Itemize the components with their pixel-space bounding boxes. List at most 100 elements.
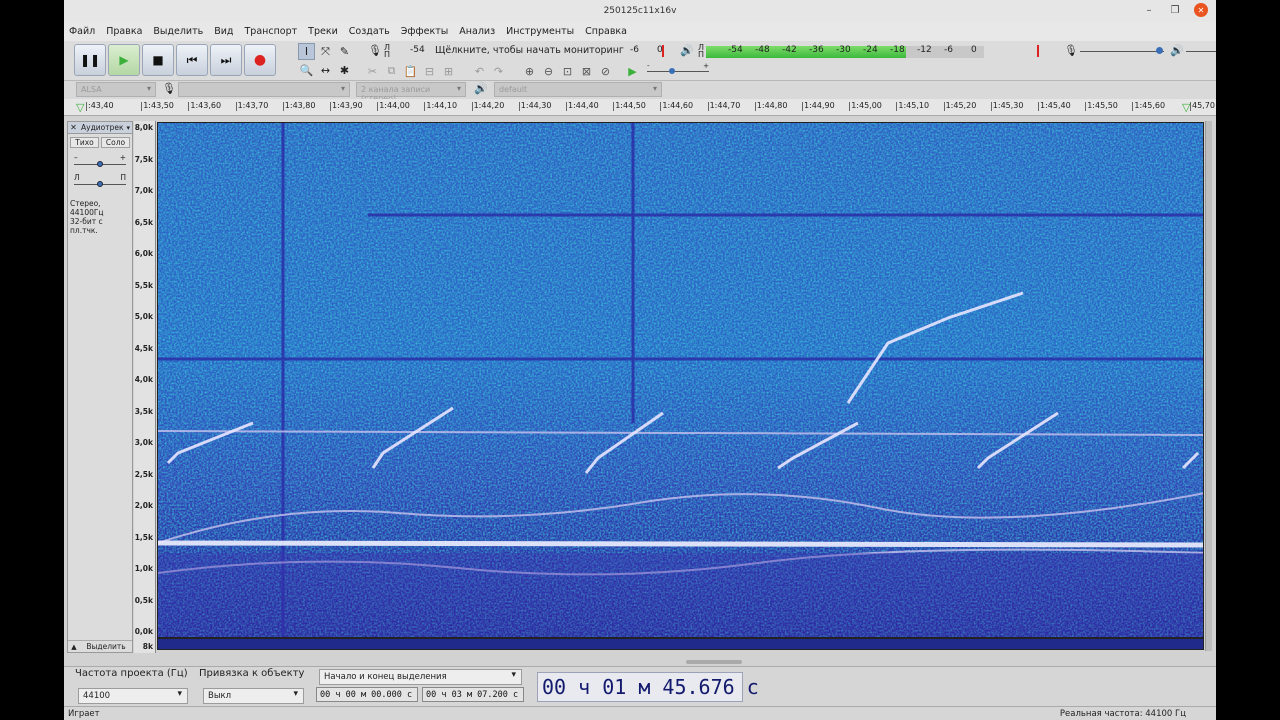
stop-button[interactable]: ■ [142, 44, 174, 76]
fit-selection-icon[interactable]: ⊡ [559, 63, 576, 80]
input-device-select[interactable]: ▾ [178, 82, 350, 97]
play-volume-slider[interactable] [1186, 51, 1216, 52]
frequency-tick-label: 6,0k [134, 249, 153, 258]
frequency-tick-label: 1,0k [134, 564, 153, 573]
ruler-tick-label: 1:45,00 [849, 101, 882, 111]
record-meter-hint[interactable]: Щёлкните, чтобы начать мониторинг [435, 45, 624, 56]
pan-knob[interactable] [97, 181, 103, 187]
ruler-tick-label: 1:44,20 [471, 101, 505, 111]
menu-generate[interactable]: Создать [349, 26, 390, 37]
gain-plus-label: + [119, 153, 126, 162]
select-track-button[interactable]: Выделить [80, 642, 132, 651]
zoom-out-icon[interactable]: ⊖ [540, 63, 557, 80]
output-device-select[interactable]: default ▾ [494, 82, 662, 97]
minimize-icon[interactable]: – [1142, 3, 1156, 17]
skip-start-button[interactable]: ⏮ [176, 44, 208, 76]
zoom-in-icon[interactable]: ⊕ [521, 63, 538, 80]
vertical-scrollbar[interactable] [1205, 121, 1212, 651]
record-volume-slider[interactable] [1080, 51, 1164, 52]
microphone-icon[interactable]: 🎙 [368, 44, 382, 57]
cut-icon[interactable]: ✂ [364, 63, 381, 80]
selection-start-time[interactable]: 00 ч 00 м 00.000 с [316, 687, 418, 702]
multi-tool-icon[interactable]: ✱ [336, 62, 353, 79]
spectrogram-image [158, 123, 1203, 637]
ruler-tick-label: 1:44,80 [754, 101, 788, 111]
project-rate-value: 44100 [83, 691, 111, 701]
menu-tools[interactable]: Инструменты [506, 26, 574, 37]
ruler-tick-label: 45,70 [1190, 101, 1215, 111]
fit-project-icon[interactable]: ⊠ [578, 63, 595, 80]
zoom-tool-icon[interactable]: 🔍 [298, 62, 315, 79]
envelope-tool-icon[interactable]: ⤧ [317, 43, 334, 60]
input-channels-select[interactable]: 2 канала записи (стерео)▾ [356, 82, 466, 103]
playback-meter-tick: -30 [836, 45, 851, 55]
spectrogram[interactable] [157, 122, 1204, 638]
gain-slider[interactable]: – + [74, 153, 126, 171]
trim-icon[interactable]: ⊟ [421, 63, 438, 80]
collapse-track-icon[interactable]: ▲ [68, 643, 80, 651]
menu-transport[interactable]: Транспорт [244, 26, 297, 37]
stop-icon: ■ [152, 53, 164, 67]
mute-button[interactable]: Тихо [70, 137, 99, 148]
project-rate-label: Частота проекта (Гц) [75, 668, 188, 679]
track-header: ✕ Аудиотрек ▾ [68, 122, 132, 134]
close-icon[interactable]: ✕ [1194, 3, 1208, 17]
timeshift-tool-icon[interactable]: ↔ [317, 62, 334, 79]
frequency-tick-label: 8,0k [134, 123, 153, 132]
silence-icon[interactable]: ⊞ [440, 63, 457, 80]
audio-host-select[interactable]: ALSA ▾ [76, 82, 156, 97]
menu-select[interactable]: Выделить [153, 26, 203, 37]
menu-analyze[interactable]: Анализ [459, 26, 495, 37]
redo-icon[interactable]: ↷ [490, 63, 507, 80]
maximize-icon[interactable]: ❐ [1168, 3, 1182, 17]
ruler-tick-label: 1:44,90 [802, 101, 835, 111]
ruler-tick-label: 1:44,00 [377, 101, 410, 111]
menu-edit[interactable]: Правка [106, 26, 142, 37]
ruler-tick-label: :43,40 [86, 101, 114, 111]
frequency-tick-label: 3,5k [134, 406, 153, 416]
solo-button[interactable]: Соло [101, 137, 130, 148]
menu-help[interactable]: Справка [585, 26, 627, 37]
playback-meter-tick: -18 [890, 45, 905, 55]
draw-tool-icon[interactable]: ✎ [336, 43, 353, 60]
horizontal-scrollbar[interactable] [64, 658, 1216, 666]
undo-icon[interactable]: ↶ [471, 63, 488, 80]
zoom-toggle-icon[interactable]: ⊘ [597, 63, 614, 80]
record-volume-icon: 🎙 [1064, 44, 1078, 57]
pan-slider[interactable]: Л П [74, 173, 126, 191]
play-speed-slider[interactable]: - + [643, 62, 713, 80]
skip-end-button[interactable]: ⏭ [210, 44, 242, 76]
pause-button[interactable]: ❚❚ [74, 44, 106, 76]
play-meter-lr: ЛП [698, 43, 705, 59]
timeline-ruler[interactable]: ▽ :43,40 1:43,50 1:43,60 1:43,70 1:43,80 1:43… [64, 99, 1216, 116]
gain-knob[interactable] [97, 161, 103, 167]
menu-tracks[interactable]: Треки [308, 26, 338, 37]
record-button[interactable]: ● [244, 44, 276, 76]
audio-position-time[interactable]: 00 ч 01 м 45.676 с [537, 672, 759, 702]
menu-view[interactable]: Вид [214, 26, 233, 37]
speaker-icon[interactable]: 🔊 [680, 44, 694, 57]
ruler-tick-label: 1:43,80 [282, 101, 316, 111]
status-actual-rate: Реальная частота: 44100 Гц [1059, 709, 1186, 719]
snap-to-select[interactable]: Выкл ▾ [203, 688, 304, 704]
project-rate-select[interactable]: 44100 ▾ [78, 688, 188, 704]
track-name-menu[interactable]: Аудиотрек [79, 123, 126, 132]
selection-mode-select[interactable]: Начало и конец выделения ▾ [319, 669, 522, 685]
selection-end-time[interactable]: 00 ч 03 м 07.200 с [422, 687, 524, 702]
paste-icon[interactable]: 📋 [402, 63, 419, 80]
record-volume-knob[interactable] [1156, 47, 1163, 54]
selection-tool-icon[interactable]: I [298, 43, 315, 60]
track-close-button[interactable]: ✕ [68, 122, 79, 133]
play-at-speed-icon[interactable]: ▶ [624, 63, 641, 80]
playback-meter-tick: 0 [971, 45, 977, 55]
device-toolbar: ALSA▾ 🎙 ▾ 2 канала записи (стерео)▾ 🔊 de… [64, 81, 1216, 103]
selection-toolbar: Частота проекта (Гц) 44100 ▾ Привязка к о… [64, 666, 1216, 706]
playback-meter-tick: -6 [944, 45, 953, 55]
record-peak-marker [662, 45, 664, 57]
menu-effects[interactable]: Эффекты [401, 26, 449, 37]
menu-file[interactable]: Файл [69, 26, 95, 37]
menu-bar: Файл Правка Выделить Вид Транспорт Треки… [64, 22, 1216, 41]
track-menu-arrow-icon[interactable]: ▾ [126, 124, 132, 132]
copy-icon[interactable]: ⧉ [383, 63, 400, 80]
play-button[interactable]: ▶ [108, 44, 140, 76]
